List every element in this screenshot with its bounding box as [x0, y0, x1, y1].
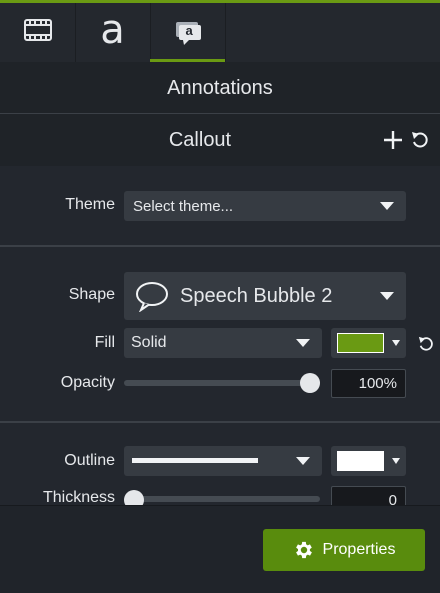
chevron-down-icon	[296, 339, 310, 347]
shape-value: Speech Bubble 2	[180, 284, 333, 307]
fill-color-picker[interactable]	[331, 328, 406, 358]
callout-title-text: Callout	[168, 128, 232, 151]
annotations-title: Annotations	[0, 62, 440, 114]
chevron-down-icon	[392, 458, 400, 464]
reset-icon[interactable]	[411, 131, 429, 154]
properties-label: Properties	[322, 541, 396, 558]
opacity-slider-track[interactable]	[124, 380, 320, 386]
fill-color-swatch	[337, 333, 384, 353]
chevron-down-icon	[392, 340, 400, 346]
shape-label: Shape	[68, 286, 115, 303]
shape-dropdown[interactable]: Speech Bubble 2	[124, 272, 406, 320]
tab-bar: a a	[0, 3, 440, 63]
opacity-label: Opacity	[60, 374, 115, 391]
fill-dropdown[interactable]: Solid	[124, 328, 322, 358]
letter-a-icon: a	[100, 6, 125, 53]
callout-a-icon: a	[174, 21, 202, 45]
outline-color-picker[interactable]	[331, 446, 406, 476]
speech-bubble-icon	[134, 280, 170, 313]
outline-label: Outline	[64, 452, 115, 469]
fill-label: Fill	[94, 334, 115, 351]
theme-divider	[0, 245, 440, 247]
fill-value: Solid	[131, 334, 167, 351]
chevron-down-icon	[380, 202, 394, 210]
chevron-down-icon	[296, 457, 310, 465]
callout-header: Callout	[0, 114, 440, 166]
film-icon	[23, 19, 52, 46]
tab-annotations[interactable]: a	[150, 3, 226, 62]
tab-media[interactable]	[0, 3, 76, 62]
fill-divider	[0, 421, 440, 423]
tab-text[interactable]: a	[75, 3, 151, 62]
thickness-slider-track[interactable]	[124, 496, 320, 502]
line-style-preview	[132, 458, 258, 463]
theme-label: Theme	[65, 196, 115, 213]
annotations-title-text: Annotations	[167, 76, 273, 99]
outline-style-dropdown[interactable]	[124, 446, 322, 476]
opacity-value-input[interactable]: 100%	[331, 369, 406, 398]
outline-color-swatch	[337, 451, 384, 471]
properties-button[interactable]: Properties	[263, 529, 425, 571]
theme-value: Select theme...	[133, 197, 234, 215]
chevron-down-icon	[380, 292, 394, 300]
theme-dropdown[interactable]: Select theme...	[124, 191, 406, 221]
gear-icon	[293, 539, 315, 561]
fill-reset-icon[interactable]	[418, 336, 434, 357]
opacity-slider-knob[interactable]	[300, 373, 320, 393]
add-icon[interactable]	[384, 131, 402, 154]
opacity-value: 100%	[358, 375, 397, 392]
callout-a-glyph: a	[185, 22, 193, 38]
